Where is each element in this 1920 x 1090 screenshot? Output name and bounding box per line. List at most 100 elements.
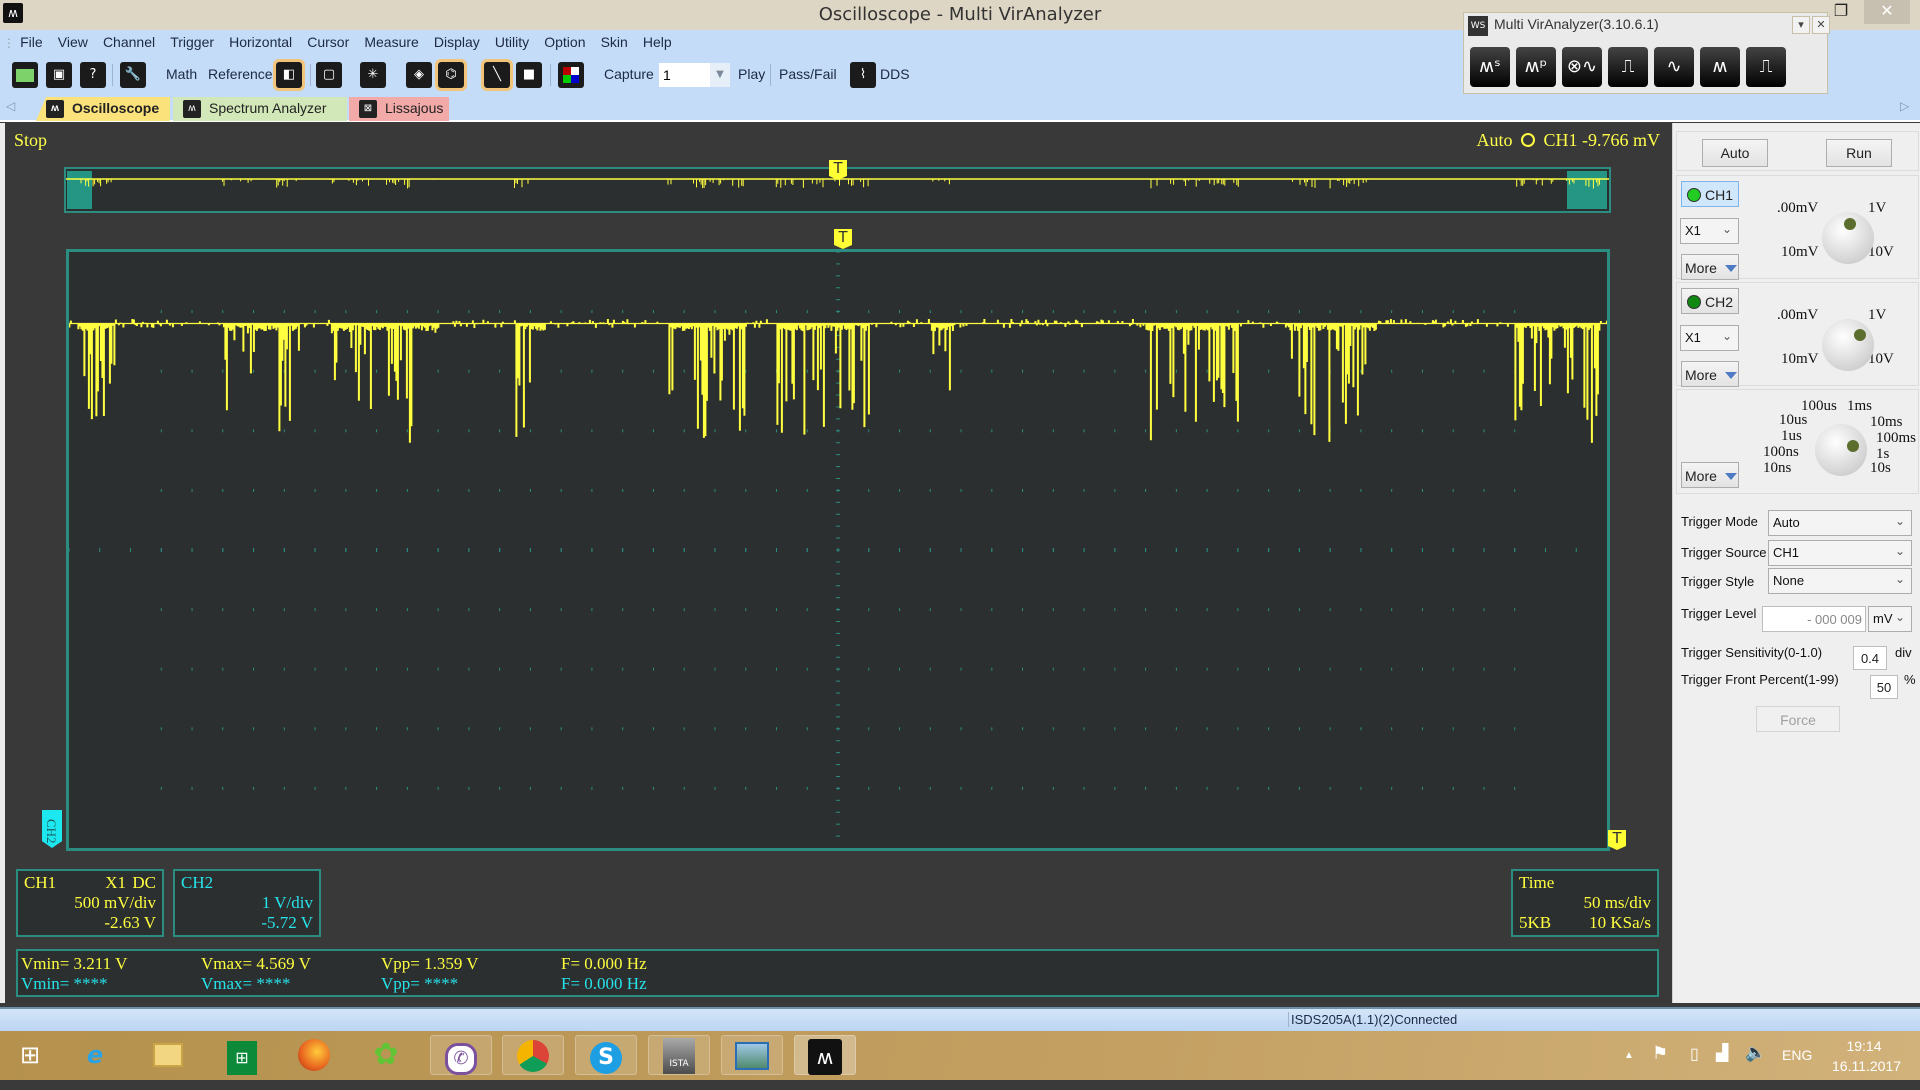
menu-help[interactable]: Help [638, 30, 677, 50]
ch2-info-box[interactable]: CH2 1 V/div -5.72 V [173, 869, 321, 937]
input-language[interactable]: ENG [1782, 1047, 1812, 1063]
tool-recorder[interactable]: ⊗∿ [1562, 47, 1602, 87]
tool-scope-p[interactable]: ʍᵖ [1516, 47, 1556, 87]
taskbar-ie[interactable]: e [75, 1035, 115, 1075]
trigger-position-marker[interactable]: T [834, 229, 852, 249]
menu-channel[interactable]: Channel [98, 30, 160, 50]
stop-button[interactable]: ■ [516, 62, 542, 88]
menu-option[interactable]: Option [539, 30, 590, 50]
waveform-plot[interactable] [66, 249, 1610, 851]
center-axis-tick [836, 621, 840, 623]
menu-cursor[interactable]: Cursor [302, 30, 354, 50]
ch2-more-button[interactable]: More [1681, 361, 1739, 387]
tool-filter[interactable]: ⎍ [1746, 47, 1786, 87]
ch2-toggle-button[interactable]: CH2 [1681, 288, 1739, 314]
network-signal-icon[interactable]: ▟ [1716, 1043, 1728, 1063]
trigger-style-select[interactable]: None ⌄ [1768, 568, 1912, 594]
cursor-measure-button[interactable]: ⌬ [435, 59, 467, 91]
math-button[interactable]: Math [166, 66, 197, 82]
tab-oscilloscope[interactable]: ʍ Oscilloscope [36, 97, 170, 121]
menu-utility[interactable]: Utility [490, 30, 534, 50]
dds-label[interactable]: DDS [880, 66, 910, 82]
auto-button[interactable]: Auto [1702, 139, 1768, 167]
battery-icon[interactable]: ▯ [1690, 1044, 1699, 1064]
overview-trigger-marker[interactable]: T [829, 160, 847, 180]
help-button[interactable]: ? [80, 62, 106, 88]
timebase-more-button[interactable]: More [1681, 462, 1739, 488]
menu-display[interactable]: Display [429, 30, 485, 50]
volume-icon[interactable]: 🔈 [1745, 1043, 1766, 1063]
grid-tick [468, 608, 470, 612]
zoom-fit-button[interactable]: ✳ [360, 62, 386, 88]
split-view-button[interactable]: ◧ [273, 59, 305, 91]
tab-lissajous[interactable]: ⊠ Lissajous [349, 97, 449, 121]
ch1-toggle-button[interactable]: CH1 [1681, 181, 1739, 207]
ch1-probe-select[interactable]: X1 ⌄ [1680, 218, 1739, 244]
center-axis-tick [836, 466, 840, 468]
ch2-offset-marker[interactable]: CH2 [42, 810, 62, 848]
taskbar-icq[interactable]: ✿ [366, 1035, 406, 1075]
play-button[interactable]: Play [738, 66, 765, 82]
taskbar-explorer[interactable] [148, 1035, 188, 1075]
dds-button[interactable]: ⌇ [850, 62, 876, 88]
save-button[interactable]: ▣ [46, 62, 72, 88]
ch2-probe-select[interactable]: X1 ⌄ [1680, 325, 1739, 351]
toolbox-close-button[interactable]: ✕ [1812, 16, 1830, 34]
clock[interactable]: 19:14 16.11.2017 [1832, 1036, 1901, 1076]
show-hidden-icons-button[interactable]: ▲ [1624, 1050, 1634, 1061]
frame-button[interactable]: ▢ [316, 62, 342, 88]
tab-scroll-left-icon[interactable]: ◁ [6, 99, 15, 113]
color-button[interactable] [558, 62, 584, 88]
menu-grip: ⋮ [3, 36, 15, 50]
tool-scope-s[interactable]: ʍˢ [1470, 47, 1510, 87]
taskbar-viber[interactable]: ✆ [430, 1035, 492, 1075]
tab-spectrum-analyzer[interactable]: ʍ Spectrum Analyzer [173, 97, 347, 121]
taskbar-photos[interactable] [721, 1035, 783, 1075]
menu-measure[interactable]: Measure [359, 30, 423, 50]
time-div-knob[interactable] [1815, 424, 1867, 476]
taskbar-firefox[interactable] [294, 1035, 334, 1075]
menu-file[interactable]: File [15, 30, 48, 50]
trigger-level-marker[interactable]: T [1608, 830, 1626, 850]
ch2-toggle-label: CH2 [1704, 294, 1733, 310]
time-info-box[interactable]: Time 50 ms/div 5KB 10 KSa/s [1511, 869, 1659, 937]
tool-noise[interactable]: ∿ [1654, 47, 1694, 87]
close-window-button[interactable]: ✕ [1864, 0, 1910, 24]
taskbar-viranalyzer[interactable]: ʍ [794, 1035, 856, 1075]
menu-skin[interactable]: Skin [596, 30, 633, 50]
trigger-level-input[interactable] [1762, 606, 1866, 632]
open-button[interactable] [12, 62, 38, 88]
pass-fail-button[interactable]: Pass/Fail [779, 66, 837, 82]
trigger-mode-select[interactable]: Auto ⌄ [1768, 510, 1912, 536]
ch2-volts-div-knob[interactable] [1822, 319, 1874, 371]
taskbar-chrome[interactable] [502, 1035, 564, 1075]
run-button[interactable]: Run [1826, 139, 1892, 167]
tool-signal[interactable]: ʍ [1700, 47, 1740, 87]
menu-horizontal[interactable]: Horizontal [224, 30, 297, 50]
tool-logic[interactable]: ⎍ [1608, 47, 1648, 87]
settings-button[interactable]: 🔧 [120, 62, 146, 88]
trigger-front-input[interactable] [1870, 675, 1898, 699]
grid-tick [1514, 727, 1516, 731]
taskbar-ista[interactable]: ISTA [648, 1035, 710, 1075]
trigger-level-unit-select[interactable]: mV ⌄ [1868, 606, 1912, 632]
start-button[interactable]: ⊞ [10, 1035, 50, 1075]
xy-button[interactable]: ◈ [406, 62, 432, 88]
grid-tick [283, 608, 285, 612]
ch1-info-box[interactable]: CH1 X1 DC 500 mV/div -2.63 V [16, 869, 164, 937]
menu-view[interactable]: View [53, 30, 93, 50]
force-trigger-button[interactable]: Force [1756, 706, 1840, 732]
trigger-sensitivity-input[interactable] [1853, 646, 1887, 670]
ch1-volts-div-knob[interactable] [1822, 212, 1874, 264]
ch1-more-button[interactable]: More [1681, 254, 1739, 280]
toolbox-menu-button[interactable]: ▾ [1792, 16, 1810, 34]
action-center-flag-icon[interactable]: ⚑ [1652, 1043, 1668, 1064]
tab-scroll-right-icon[interactable]: ▷ [1900, 99, 1909, 113]
taskbar-skype[interactable]: S [575, 1035, 637, 1075]
line-button[interactable]: ╲ [481, 59, 513, 91]
taskbar-store[interactable]: ⊞ [222, 1035, 262, 1075]
trigger-source-select[interactable]: CH1 ⌄ [1768, 540, 1912, 566]
menu-trigger[interactable]: Trigger [165, 30, 219, 50]
capture-dropdown-button[interactable]: ▼ [710, 63, 730, 87]
reference-button[interactable]: Reference [208, 66, 273, 82]
